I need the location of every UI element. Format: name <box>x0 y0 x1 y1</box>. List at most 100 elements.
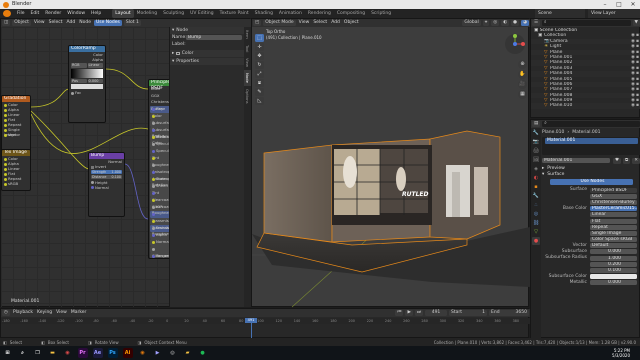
render-tab-icon[interactable]: 📷 <box>532 138 540 146</box>
node-editor[interactable]: ◫ Object View Select Add Node Use Nodes Slo… <box>0 18 251 307</box>
clock[interactable]: 5:22 PM 5/3/2020 <box>612 348 630 358</box>
socket-icon[interactable] <box>152 177 155 181</box>
navigation-gizmo[interactable] <box>504 33 526 55</box>
prop-field[interactable]: 0.100 <box>590 268 637 274</box>
prop-field[interactable]: Color Space sRGB <box>590 237 637 243</box>
camera-view-icon[interactable]: 🎥 <box>518 80 527 89</box>
ramp-mode-field[interactable]: RGB <box>71 63 87 68</box>
socket-icon[interactable] <box>4 182 7 186</box>
small-tex-node[interactable]: Tex Image Color Alpha Linear Flat Repeat sRGB <box>1 149 31 191</box>
viewport-menu-object[interactable]: Object <box>342 19 361 27</box>
jump-end-icon[interactable]: ⏭ <box>414 310 423 316</box>
physics-tab-icon[interactable]: ◎ <box>532 210 540 218</box>
scene-tab-icon[interactable]: ◈ <box>532 165 540 173</box>
outliner-search[interactable]: ⌕ <box>542 20 631 26</box>
obs-icon[interactable]: ◎ <box>168 348 178 358</box>
sidebar-tab-tool[interactable]: Tool <box>244 42 251 55</box>
socket-icon[interactable] <box>152 240 155 244</box>
workspace-tab-compositing[interactable]: Compositing <box>334 9 368 18</box>
world-tab-icon[interactable]: ◐ <box>532 174 540 182</box>
timeline-menu-marker[interactable]: Marker <box>69 309 89 317</box>
socket-icon[interactable] <box>152 170 155 174</box>
jump-start-icon[interactable]: ⏮ <box>395 310 404 316</box>
folder-icon[interactable]: ▰ <box>183 348 193 358</box>
material-slot-list[interactable]: Material.001 <box>542 137 640 155</box>
windows-start-icon[interactable]: ⊞ <box>3 348 13 358</box>
prop-field[interactable]: Repeat <box>590 224 637 230</box>
end-frame-field[interactable]: End 3650 <box>489 310 529 316</box>
surface-section[interactable]: ▾ Surface <box>542 172 640 179</box>
ramp-pos-value[interactable]: 0.000 <box>87 78 103 83</box>
prop-field[interactable]: PlasterCeramic015... <box>590 206 637 212</box>
play-icon[interactable]: ▶ <box>405 310 413 316</box>
socket-icon[interactable] <box>152 142 155 146</box>
workspace-tab-modeling[interactable]: Modeling <box>134 9 160 18</box>
socket-icon[interactable] <box>152 149 155 153</box>
socket-icon[interactable] <box>152 184 155 188</box>
color-ramp-gradient[interactable] <box>71 68 103 78</box>
blender-icon[interactable]: ◉ <box>138 348 148 358</box>
proportional-icon[interactable]: ◎ <box>491 20 500 26</box>
particles-tab-icon[interactable]: ∴ <box>532 201 540 209</box>
prop-field[interactable]: Linear <box>590 212 637 218</box>
pan-icon[interactable]: ✋ <box>518 70 527 79</box>
socket-icon[interactable] <box>152 156 155 160</box>
ramp-interp-field[interactable]: Linear <box>87 63 103 68</box>
after-effects-icon[interactable]: Ae <box>92 348 103 358</box>
prop-field[interactable]: Single Image <box>590 230 637 236</box>
socket-icon[interactable] <box>152 107 155 111</box>
timeline[interactable]: ◷ Playback Keying View Marker ⏮ ▶ ⏭ 491 Sta… <box>0 308 530 339</box>
prop-field[interactable]: 0.000 <box>590 280 637 286</box>
menu-render[interactable]: Render <box>42 9 64 18</box>
fake-user-icon[interactable]: ♥ <box>612 157 621 164</box>
tool-tab-icon[interactable]: 🔧 <box>532 129 540 137</box>
socket-icon[interactable] <box>152 226 155 230</box>
playhead-label[interactable]: 491 <box>245 318 257 323</box>
socket-icon[interactable] <box>152 163 155 167</box>
search-icon[interactable]: ⌕ <box>18 348 28 358</box>
material-slot-item[interactable]: Material.001 <box>545 138 638 144</box>
minimize-icon[interactable]: – <box>598 0 612 9</box>
explorer-icon[interactable]: ▬ <box>48 348 58 358</box>
blender-menu-icon[interactable] <box>3 10 11 17</box>
socket-icon[interactable] <box>152 128 155 132</box>
output-tab-icon[interactable]: 🖨 <box>532 147 540 155</box>
chrome-icon[interactable]: ◉ <box>63 348 73 358</box>
sidebar-tab-view[interactable]: View <box>244 55 251 70</box>
zoom-icon[interactable]: ⊕ <box>518 60 527 69</box>
snap-icon[interactable]: ⌖ <box>482 20 490 26</box>
socket-icon[interactable] <box>152 254 155 258</box>
ramp-color-swatch[interactable] <box>71 84 103 89</box>
timeline-menu-view[interactable]: View <box>54 309 69 317</box>
viewport-menu-add[interactable]: Add <box>329 19 342 27</box>
ramp-pos-field[interactable]: Pos <box>71 78 87 83</box>
timeline-menu-keying[interactable]: Keying <box>35 309 54 317</box>
current-frame-field[interactable]: 491 <box>425 310 447 316</box>
workspace-tab-shading[interactable]: Shading <box>252 9 276 18</box>
color-checkbox[interactable] <box>176 51 180 56</box>
workspace-tab-sculpting[interactable]: Sculpting <box>160 9 187 18</box>
ortho-toggle-icon[interactable]: ▦ <box>518 90 527 99</box>
socket-icon[interactable] <box>152 247 155 251</box>
bump-node[interactable]: Bump Normal Invert Strength 1.000 Distanc… <box>88 152 125 217</box>
timeline-ruler[interactable]: -180 -160 -140 -120 -100 -80 -60 -40 -20 0 20 40 60 8… <box>1 318 530 324</box>
socket-icon[interactable] <box>152 198 155 202</box>
socket-icon[interactable] <box>152 205 155 209</box>
prop-field[interactable]: 1.000 <box>590 255 637 261</box>
sidebar-tab-options[interactable]: Options <box>244 86 251 107</box>
socket-icon[interactable] <box>152 191 155 195</box>
workspace-tab-uv-editing[interactable]: UV Editing <box>187 9 216 18</box>
shading-material-icon[interactable]: ◕ <box>521 20 529 26</box>
illustrator-icon[interactable]: Ai <box>122 348 133 358</box>
timeline-editor-type[interactable]: ◷ <box>2 310 10 316</box>
outliner-item-plane-010[interactable]: ▽ Plane.010 ◉ ▪ <box>531 103 640 109</box>
menu-help[interactable]: Help <box>88 9 104 18</box>
prop-field[interactable]: Flat <box>590 218 637 224</box>
timeline-menu-playback[interactable]: Playback <box>11 309 35 317</box>
copy-material-icon[interactable]: ⧉ <box>623 157 631 164</box>
task-view-icon[interactable]: ❐ <box>33 348 43 358</box>
color-ramp-node[interactable]: ColorRamp Color Alpha RGB Linear Pos 0.0… <box>68 45 106 123</box>
socket-icon[interactable] <box>152 135 155 139</box>
socket-icon[interactable] <box>152 212 155 216</box>
unlink-material-icon[interactable]: ✕ <box>632 157 640 164</box>
